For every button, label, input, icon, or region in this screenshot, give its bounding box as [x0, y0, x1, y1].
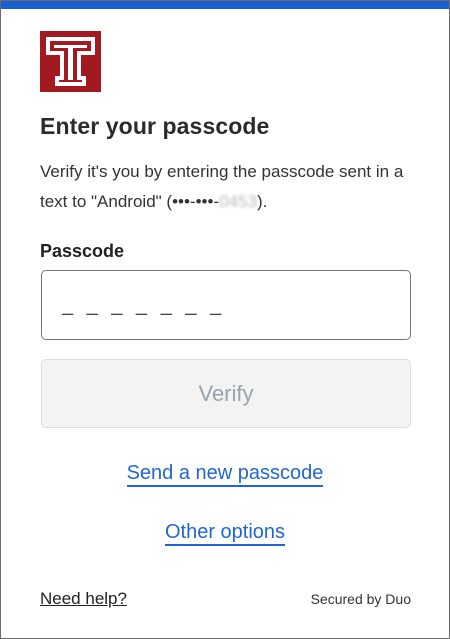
send-new-passcode-link[interactable]: Send a new passcode [126, 462, 324, 487]
university-logo [40, 31, 101, 92]
other-options-link-wrap: Other options [1, 521, 449, 546]
verify-button[interactable]: Verify [41, 359, 411, 428]
instructions-text: Verify it's you by entering the passcode… [40, 157, 415, 217]
other-options-link[interactable]: Other options [164, 521, 286, 546]
passcode-label: Passcode [40, 241, 125, 261]
instructions-suffix: ). [256, 192, 268, 211]
masked-phone-digits: 0453 [219, 192, 257, 211]
secured-by-duo-text: Secured by Duo [310, 591, 411, 607]
send-passcode-link-wrap: Send a new passcode [1, 462, 449, 487]
temple-t-icon [40, 31, 101, 92]
need-help-link[interactable]: Need help? [40, 589, 127, 609]
auth-window: Enter your passcode Verify it's you by e… [0, 0, 450, 639]
accent-bar [1, 1, 449, 9]
page-title: Enter your passcode [40, 113, 270, 139]
passcode-input[interactable] [41, 270, 411, 340]
